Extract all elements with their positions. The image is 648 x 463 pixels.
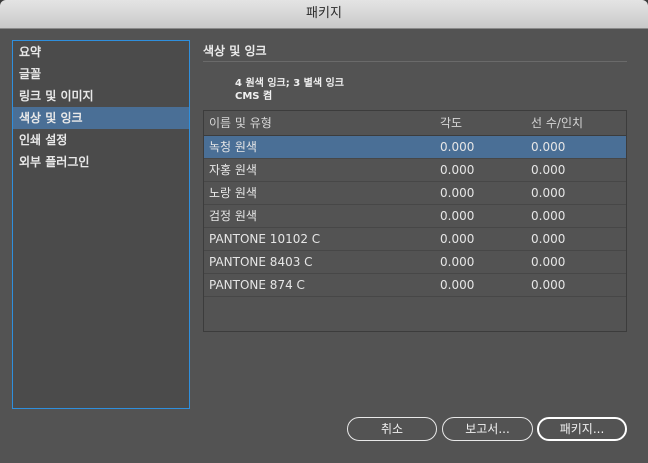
cancel-button[interactable]: 취소 bbox=[347, 417, 437, 441]
ink-lpi: 0.000 bbox=[531, 186, 566, 200]
ink-table: 이름 및 유형 각도 선 수/인치 녹청 원색 0.000 0.000 자홍 원… bbox=[203, 110, 627, 332]
ink-name: PANTONE 10102 C bbox=[209, 232, 321, 246]
sidebar-item-print-settings[interactable]: 인쇄 설정 bbox=[13, 129, 189, 151]
ink-lpi: 0.000 bbox=[531, 140, 566, 154]
sidebar-item-fonts[interactable]: 글꼴 bbox=[13, 63, 189, 85]
ink-angle: 0.000 bbox=[440, 209, 475, 223]
table-row[interactable]: 검정 원색 0.000 0.000 bbox=[204, 205, 626, 228]
ink-angle: 0.000 bbox=[440, 186, 475, 200]
column-header-lpi[interactable]: 선 수/인치 bbox=[531, 111, 583, 135]
ink-lpi: 0.000 bbox=[531, 232, 566, 246]
table-row[interactable]: PANTONE 10102 C 0.000 0.000 bbox=[204, 228, 626, 251]
ink-angle: 0.000 bbox=[440, 255, 475, 269]
ink-name: 자홍 원색 bbox=[209, 163, 257, 177]
ink-lpi: 0.000 bbox=[531, 278, 566, 292]
ink-name: 검정 원색 bbox=[209, 209, 257, 223]
ink-name: 노랑 원색 bbox=[209, 186, 257, 200]
window-title: 패키지 bbox=[0, 0, 648, 29]
section-divider bbox=[203, 61, 627, 62]
ink-angle: 0.000 bbox=[440, 278, 475, 292]
sidebar-item-external-plugins[interactable]: 외부 플러그인 bbox=[13, 151, 189, 173]
ink-name: PANTONE 874 C bbox=[209, 278, 305, 292]
table-header: 이름 및 유형 각도 선 수/인치 bbox=[204, 111, 626, 136]
ink-lpi: 0.000 bbox=[531, 163, 566, 177]
table-row[interactable]: 녹청 원색 0.000 0.000 bbox=[204, 136, 626, 159]
table-row[interactable]: PANTONE 8403 C 0.000 0.000 bbox=[204, 251, 626, 274]
report-button[interactable]: 보고서... bbox=[442, 417, 533, 441]
package-dialog: 패키지 요약 글꼴 링크 및 이미지 색상 및 잉크 인쇄 설정 외부 플러그인… bbox=[0, 0, 648, 463]
sidebar-item-links-images[interactable]: 링크 및 이미지 bbox=[13, 85, 189, 107]
ink-lpi: 0.000 bbox=[531, 255, 566, 269]
ink-lpi: 0.000 bbox=[531, 209, 566, 223]
cms-status-text: CMS 켬 bbox=[235, 91, 273, 102]
sidebar: 요약 글꼴 링크 및 이미지 색상 및 잉크 인쇄 설정 외부 플러그인 bbox=[12, 40, 190, 409]
ink-name: PANTONE 8403 C bbox=[209, 255, 313, 269]
table-row[interactable]: PANTONE 874 C 0.000 0.000 bbox=[204, 274, 626, 297]
column-header-name[interactable]: 이름 및 유형 bbox=[209, 111, 272, 135]
table-row[interactable]: 자홍 원색 0.000 0.000 bbox=[204, 159, 626, 182]
section-title: 색상 및 잉크 bbox=[203, 44, 267, 58]
ink-summary: 4 원색 잉크; 3 별색 잉크 CMS 켬 bbox=[235, 77, 344, 103]
ink-angle: 0.000 bbox=[440, 163, 475, 177]
sidebar-item-summary[interactable]: 요약 bbox=[13, 41, 189, 63]
package-button[interactable]: 패키지... bbox=[537, 417, 627, 441]
ink-angle: 0.000 bbox=[440, 232, 475, 246]
column-header-angle[interactable]: 각도 bbox=[440, 111, 462, 135]
ink-name: 녹청 원색 bbox=[209, 140, 257, 154]
ink-count-text: 4 원색 잉크; 3 별색 잉크 bbox=[235, 78, 344, 89]
sidebar-item-colors-inks[interactable]: 색상 및 잉크 bbox=[13, 107, 189, 129]
table-row[interactable]: 노랑 원색 0.000 0.000 bbox=[204, 182, 626, 205]
ink-angle: 0.000 bbox=[440, 140, 475, 154]
